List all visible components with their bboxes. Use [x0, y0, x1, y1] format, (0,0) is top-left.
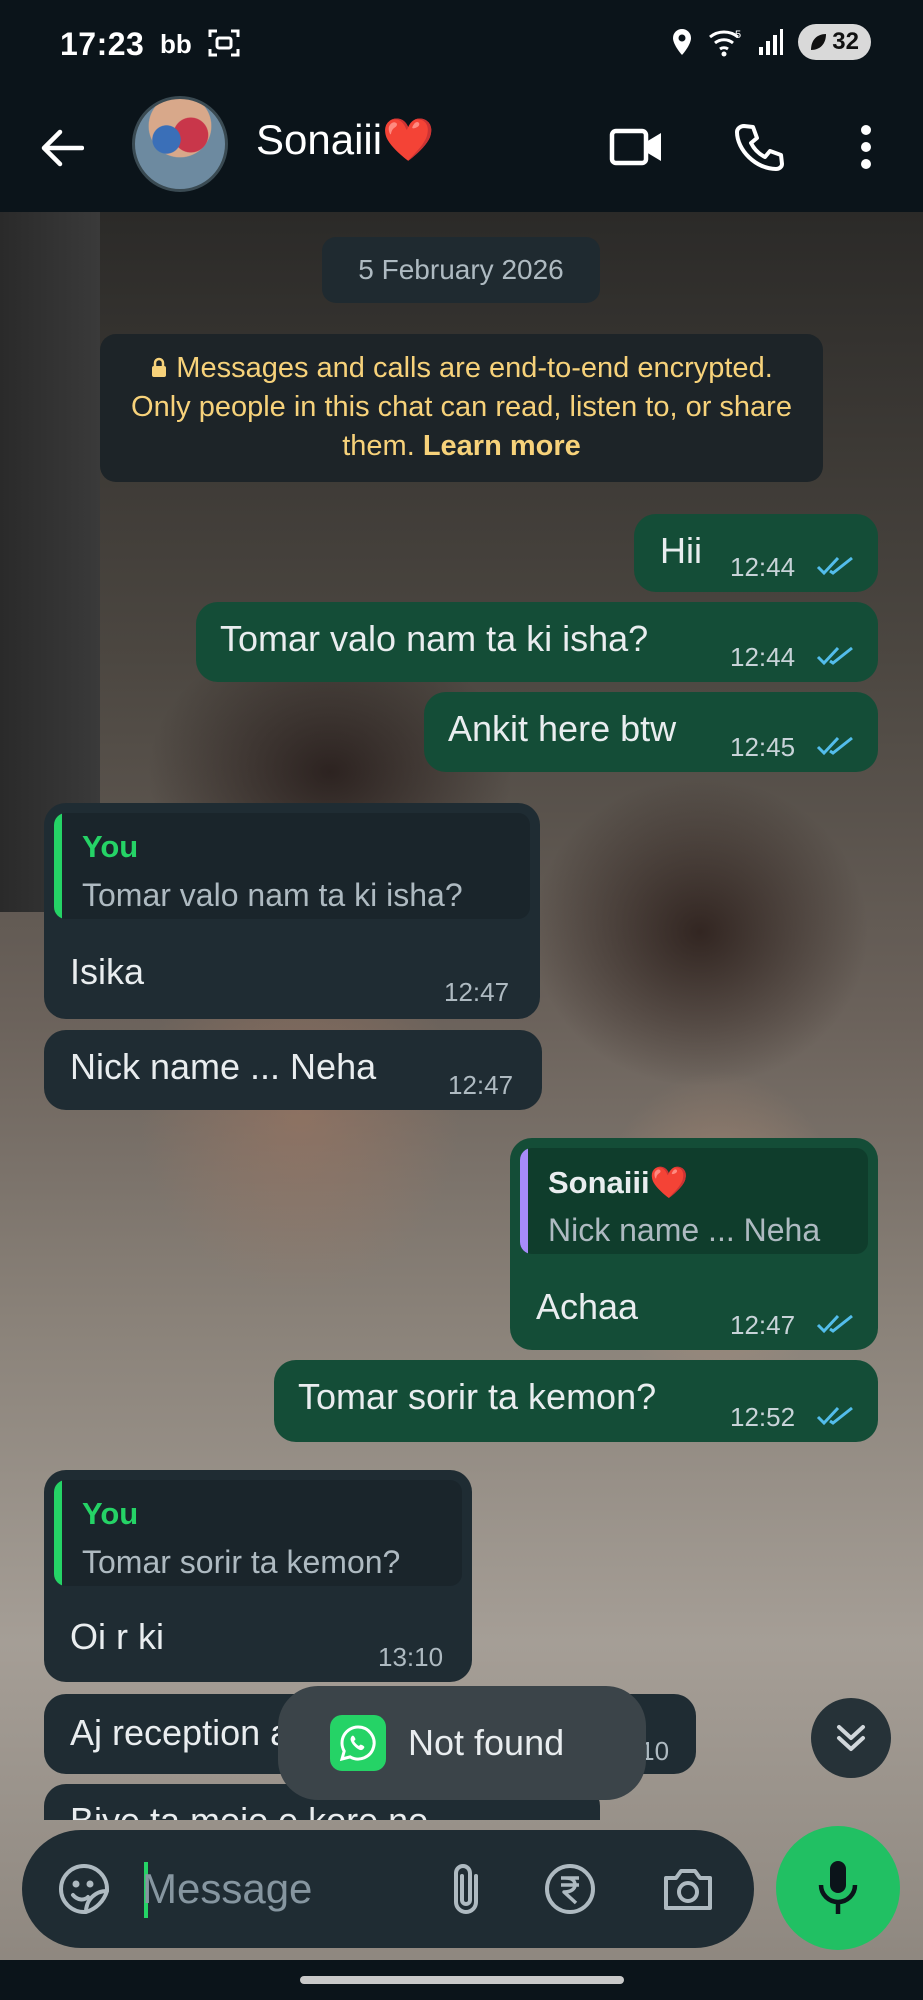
quoted-sender: You [82, 829, 139, 864]
message-bubble-outgoing[interactable]: Ankit here btw 12:45 [424, 692, 878, 772]
lock-icon [152, 357, 167, 377]
video-call-button[interactable] [602, 112, 672, 182]
message-time: 13:10 [378, 1642, 444, 1672]
toast-text: Not found [408, 1722, 565, 1763]
message-bubble-outgoing[interactable]: Tomar sorir ta kemon? 12:52 [274, 1360, 878, 1442]
message-text: Nick name ... Neha [70, 1046, 377, 1087]
read-receipt-icon [816, 736, 853, 756]
message-time: 12:47 [448, 1070, 514, 1100]
camera-icon [664, 1869, 712, 1910]
message-bubble-outgoing[interactable]: Tomar valo nam ta ki isha? 12:44 [196, 602, 878, 682]
wifi-icon: 5 [709, 29, 741, 57]
message-text: Oi r ki [70, 1616, 164, 1657]
voice-message-button[interactable] [776, 1826, 900, 1950]
message-composer [22, 1830, 754, 1948]
quoted-text: Tomar sorir ta kemon? [82, 1544, 401, 1580]
status-bar: 17:23 bb 5 32 [0, 0, 923, 90]
quoted-text: Tomar valo nam ta ki isha? [82, 877, 463, 913]
message-text: Ankit here btw [448, 708, 677, 749]
back-button[interactable] [32, 118, 92, 178]
message-text: Tomar valo nam ta ki isha? [220, 618, 649, 659]
status-left-icons: bb [160, 28, 240, 58]
scroll-to-bottom-button[interactable] [811, 1698, 891, 1778]
rupee-payment-icon [545, 1864, 595, 1914]
status-time: 17:23 [60, 26, 145, 62]
message-text: Biye ta mojo e kore no [70, 1800, 428, 1820]
battery-level: 32 [832, 28, 859, 55]
quoted-message[interactable]: You Tomar valo nam ta ki isha? [54, 813, 530, 919]
message-text: Achaa [536, 1286, 639, 1327]
encryption-notice[interactable]: Messages and calls are end-to-end encryp… [100, 334, 823, 482]
message-text: Hii [660, 530, 702, 571]
video-call-icon [609, 128, 661, 166]
message-time: 12:47 [730, 1310, 796, 1340]
read-receipt-icon [816, 1406, 853, 1426]
voice-call-icon [735, 124, 784, 171]
svg-text:bb: bb [160, 29, 192, 58]
sticker-button[interactable] [54, 1859, 114, 1919]
quoted-message[interactable]: You Tomar sorir ta kemon? [54, 1480, 462, 1586]
more-options-button[interactable] [831, 112, 901, 182]
contact-name[interactable]: Sonaiii❤️ [256, 116, 434, 165]
whatsapp-logo-icon [330, 1715, 386, 1771]
message-bubble-incoming[interactable]: Nick name ... Neha 12:47 [44, 1030, 542, 1110]
camera-button[interactable] [658, 1859, 718, 1919]
quoted-text: Nick name ... Neha [548, 1212, 821, 1248]
message-time: 12:52 [730, 1402, 796, 1432]
learn-more-link[interactable]: Learn more [423, 430, 581, 462]
message-time: 12:47 [444, 977, 510, 1007]
signal-icon [759, 29, 784, 55]
sticker-icon [59, 1863, 109, 1914]
status-right-icons: 5 32 [670, 24, 871, 60]
message-bubble-outgoing[interactable]: Sonaiii❤️ Nick name ... Neha Achaa 12:47 [510, 1138, 878, 1350]
location-icon [673, 29, 692, 55]
attach-icon [454, 1864, 478, 1914]
message-bubble-incoming[interactable]: You Tomar sorir ta kemon? Oi r ki 13:10 [44, 1470, 472, 1682]
message-bubble-outgoing[interactable]: Hii 12:44 [634, 514, 878, 592]
mic-icon [818, 1861, 858, 1914]
contact-avatar[interactable] [132, 96, 228, 192]
charging-leaf-icon [811, 34, 827, 50]
date-chip: 5 February 2026 [322, 237, 600, 303]
quoted-sender: You [82, 1496, 139, 1531]
more-options-icon [861, 125, 871, 169]
payment-button[interactable] [540, 1859, 600, 1919]
double-chevron-down-icon [837, 1725, 865, 1751]
chat-header: Sonaiii❤️ [0, 90, 923, 212]
battery-indicator: 32 [798, 24, 871, 60]
quoted-sender: Sonaiii❤️ [548, 1165, 689, 1200]
message-time: 12:44 [730, 552, 796, 582]
attach-button[interactable] [436, 1859, 496, 1919]
voice-call-button[interactable] [724, 112, 794, 182]
message-input[interactable] [142, 1856, 422, 1922]
read-receipt-icon [816, 646, 853, 666]
home-indicator[interactable] [300, 1976, 624, 1984]
message-time: 12:45 [730, 732, 796, 762]
quoted-message[interactable]: Sonaiii❤️ Nick name ... Neha [520, 1148, 868, 1254]
message-text: Tomar sorir ta kemon? [298, 1376, 657, 1417]
read-receipt-icon [816, 1314, 853, 1334]
app-notification-icon: bb [160, 29, 192, 58]
message-text: Isika [70, 951, 145, 992]
toast-notification: Not found [278, 1686, 646, 1800]
svg-text:5: 5 [735, 29, 741, 41]
back-arrow-icon [41, 129, 84, 167]
read-receipt-icon [816, 556, 853, 576]
screenshot-icon [208, 29, 240, 57]
message-time: 12:44 [730, 642, 796, 672]
message-bubble-incoming[interactable]: You Tomar valo nam ta ki isha? Isika 12:… [44, 803, 540, 1019]
